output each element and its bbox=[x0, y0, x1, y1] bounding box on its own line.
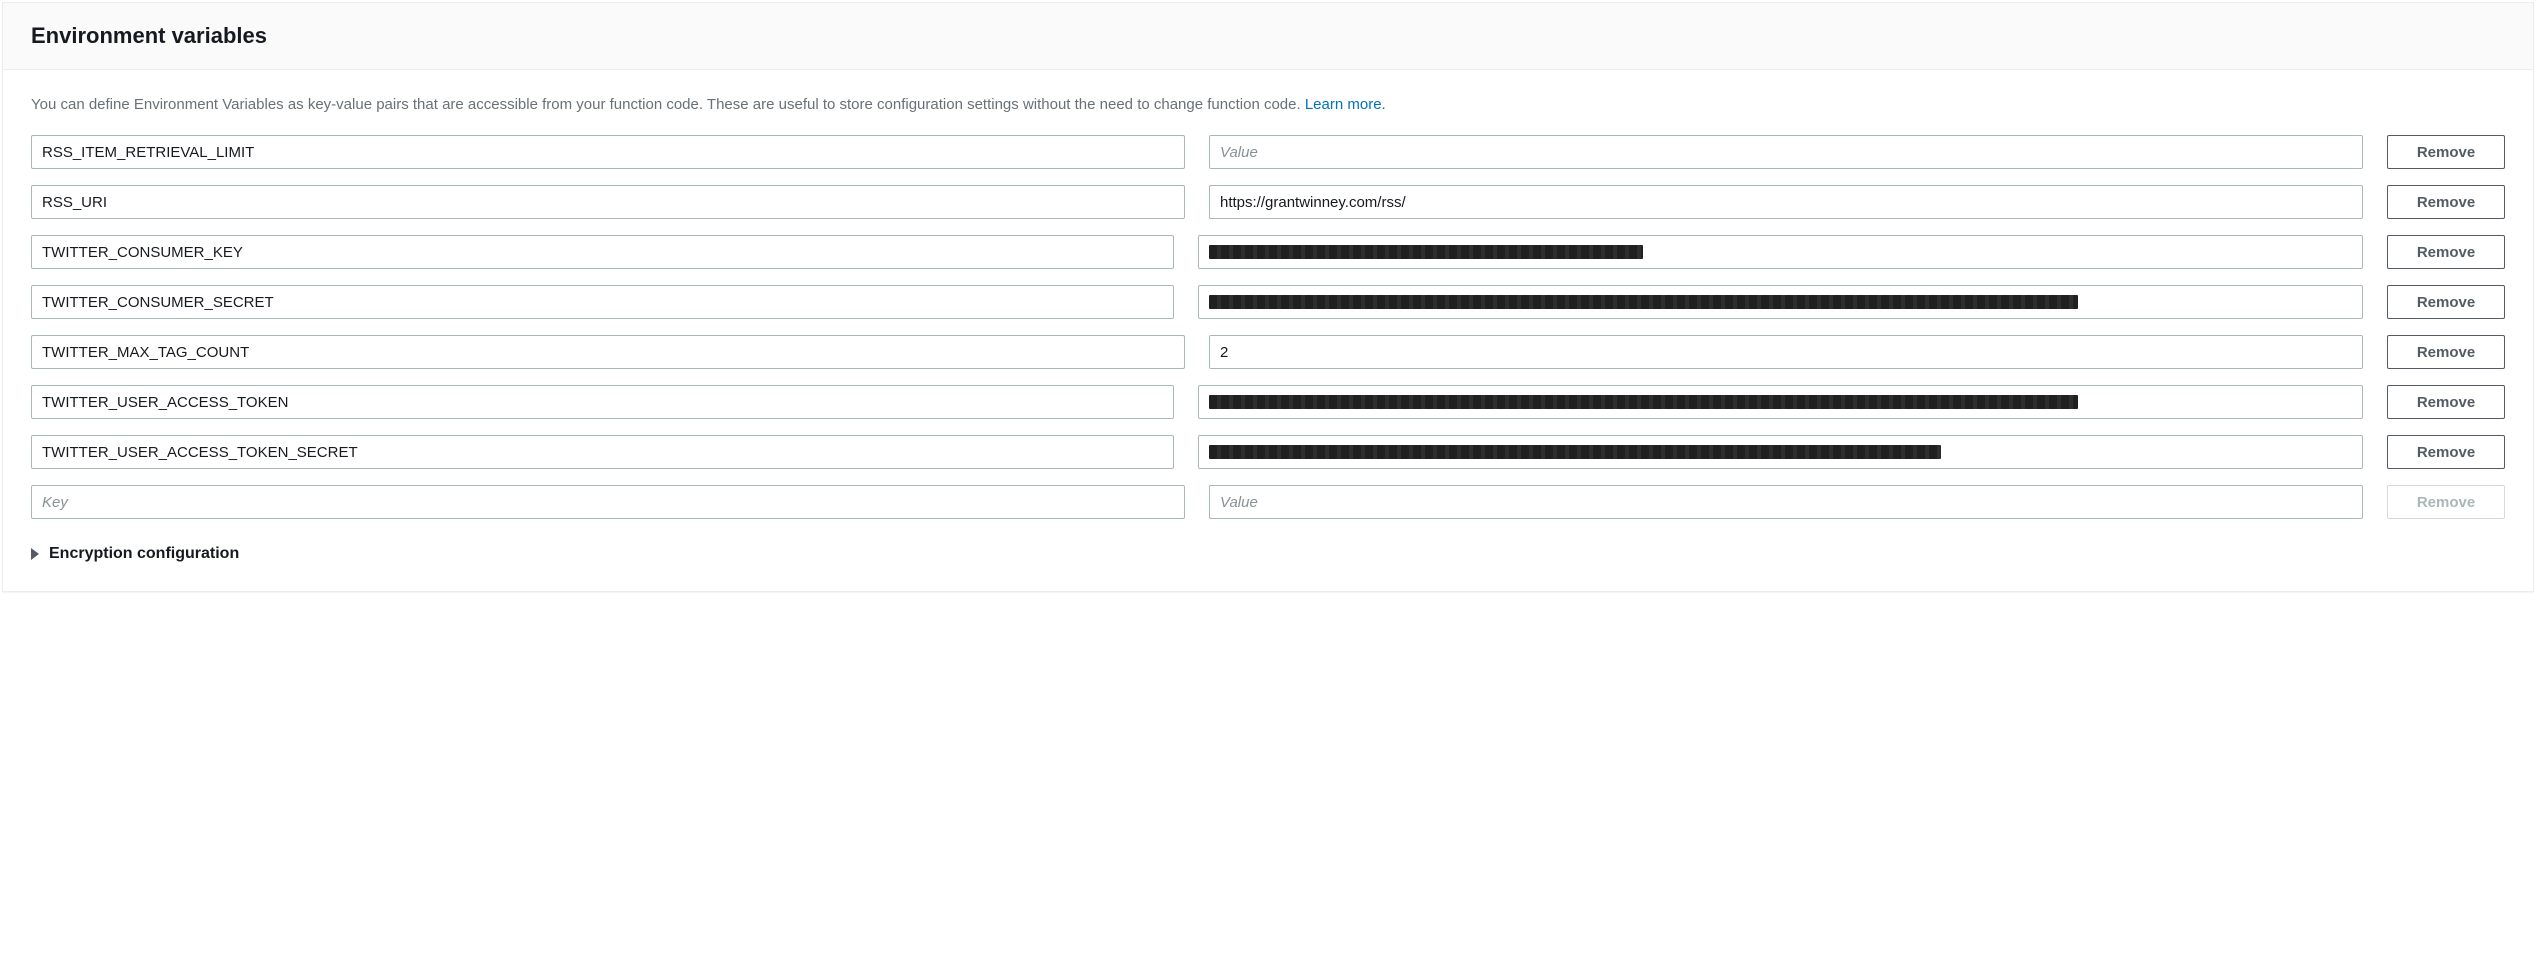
redacted-bar bbox=[1209, 395, 2078, 409]
encryption-config-label: Encryption configuration bbox=[49, 545, 239, 563]
env-var-row: Remove bbox=[31, 385, 2505, 419]
env-var-value-redacted[interactable] bbox=[1198, 285, 2363, 319]
env-var-row: Remove bbox=[31, 435, 2505, 469]
redacted-bar bbox=[1209, 295, 2078, 309]
caret-right-icon bbox=[31, 548, 39, 560]
env-var-row-empty: Remove bbox=[31, 485, 2505, 519]
remove-button[interactable]: Remove bbox=[2387, 285, 2505, 319]
env-var-key-input[interactable] bbox=[31, 485, 1185, 519]
remove-button[interactable]: Remove bbox=[2387, 435, 2505, 469]
remove-button[interactable]: Remove bbox=[2387, 185, 2505, 219]
env-var-row: Remove bbox=[31, 135, 2505, 169]
panel-title: Environment variables bbox=[31, 23, 2505, 49]
encryption-config-expander[interactable]: Encryption configuration bbox=[31, 545, 2505, 563]
env-var-value-input[interactable] bbox=[1209, 485, 2363, 519]
env-var-key-input[interactable] bbox=[31, 235, 1174, 269]
env-var-value-redacted[interactable] bbox=[1198, 235, 2363, 269]
remove-button[interactable]: Remove bbox=[2387, 235, 2505, 269]
description-prefix: You can define Environment Variables as … bbox=[31, 96, 1305, 113]
env-var-row: Remove bbox=[31, 335, 2505, 369]
env-var-row: Remove bbox=[31, 285, 2505, 319]
env-var-key-input[interactable] bbox=[31, 185, 1185, 219]
redacted-bar bbox=[1209, 445, 1941, 459]
redacted-bar bbox=[1209, 245, 1643, 259]
env-var-value-input[interactable] bbox=[1209, 135, 2363, 169]
env-var-row: Remove bbox=[31, 185, 2505, 219]
env-var-key-input[interactable] bbox=[31, 385, 1174, 419]
remove-button[interactable]: Remove bbox=[2387, 385, 2505, 419]
remove-button[interactable]: Remove bbox=[2387, 335, 2505, 369]
remove-button: Remove bbox=[2387, 485, 2505, 519]
env-var-key-input[interactable] bbox=[31, 335, 1185, 369]
env-var-rows: Remove Remove Remove Remove Remove Remove Remo… bbox=[31, 135, 2505, 519]
panel-header: Environment variables bbox=[3, 3, 2533, 70]
env-var-value-redacted[interactable] bbox=[1198, 385, 2363, 419]
learn-more-link[interactable]: Learn more. bbox=[1305, 96, 1386, 113]
env-vars-panel: Environment variables You can define Env… bbox=[2, 2, 2534, 592]
env-var-row: Remove bbox=[31, 235, 2505, 269]
env-var-value-input[interactable] bbox=[1209, 185, 2363, 219]
env-var-key-input[interactable] bbox=[31, 435, 1174, 469]
env-var-value-input[interactable] bbox=[1209, 335, 2363, 369]
remove-button[interactable]: Remove bbox=[2387, 135, 2505, 169]
description-text: You can define Environment Variables as … bbox=[31, 94, 2505, 115]
panel-body: You can define Environment Variables as … bbox=[3, 70, 2533, 591]
env-var-key-input[interactable] bbox=[31, 135, 1185, 169]
env-var-value-redacted[interactable] bbox=[1198, 435, 2363, 469]
env-var-key-input[interactable] bbox=[31, 285, 1174, 319]
